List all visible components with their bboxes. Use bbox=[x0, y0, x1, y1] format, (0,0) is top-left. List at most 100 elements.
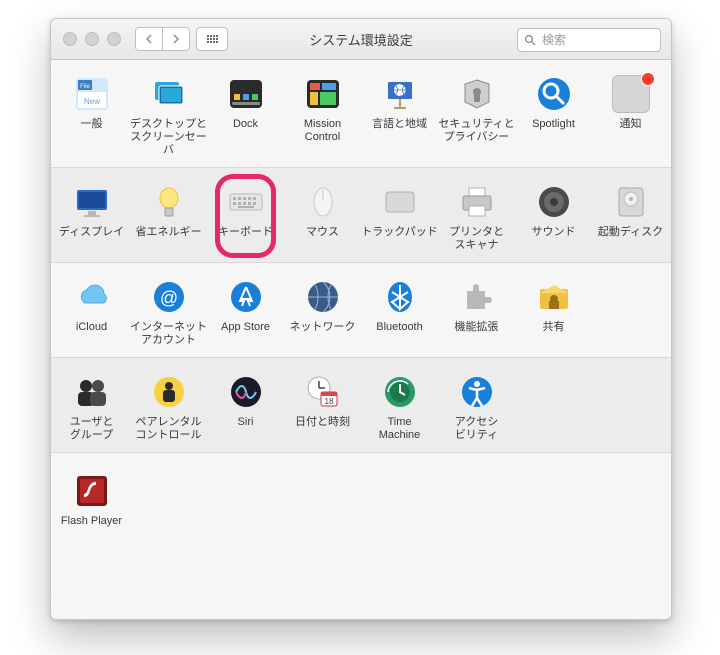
pane-sharing[interactable]: 共有 bbox=[515, 273, 592, 351]
pane-label: Spotlight bbox=[532, 118, 575, 144]
pane-label: 共有 bbox=[543, 321, 565, 347]
preference-panes: File New 一般 デスクトップと スクリーンセーバ Dock bbox=[51, 60, 671, 551]
pane-energy-saver[interactable]: 省エネルギー bbox=[130, 178, 207, 256]
pane-general[interactable]: File New 一般 bbox=[53, 70, 130, 161]
pane-label: 機能拡張 bbox=[455, 321, 499, 347]
pane-spotlight[interactable]: Spotlight bbox=[515, 70, 592, 161]
system-preferences-window: システム環境設定 File New 一般 デスクトップと スクリーンセーバ bbox=[50, 18, 672, 620]
pane-label: マウス bbox=[306, 226, 339, 252]
pane-startup-disk[interactable]: 起動ディスク bbox=[592, 178, 669, 256]
window-controls bbox=[51, 32, 121, 46]
titlebar: システム環境設定 bbox=[51, 19, 671, 60]
pane-label: Mission Control bbox=[304, 118, 341, 144]
pane-row-3: iCloud @ インターネット アカウント App Store ネットワーク bbox=[51, 263, 671, 358]
minimize-window-button[interactable] bbox=[85, 32, 99, 46]
search-input[interactable] bbox=[540, 32, 654, 48]
svg-text:@: @ bbox=[159, 288, 177, 308]
parental-controls-icon bbox=[149, 372, 189, 412]
forward-button[interactable] bbox=[163, 27, 190, 51]
pane-sound[interactable]: サウンド bbox=[515, 178, 592, 256]
pane-label: Dock bbox=[233, 118, 258, 144]
svg-text:File: File bbox=[80, 84, 90, 90]
mission-control-icon bbox=[303, 74, 343, 114]
icloud-icon bbox=[72, 277, 112, 317]
chevron-left-icon bbox=[145, 34, 153, 44]
accessibility-icon bbox=[457, 372, 497, 412]
pane-flash-player[interactable]: Flash Player bbox=[53, 467, 130, 545]
pane-label: Bluetooth bbox=[376, 321, 422, 347]
svg-text:18: 18 bbox=[324, 397, 333, 406]
svg-text:New: New bbox=[83, 97, 99, 106]
search-field[interactable] bbox=[517, 28, 661, 52]
pane-parental-controls[interactable]: ペアレンタル コントロール bbox=[130, 368, 207, 446]
pane-label: ディスプレイ bbox=[59, 226, 124, 252]
pane-accessibility[interactable]: アクセシ ビリティ bbox=[438, 368, 515, 446]
pane-label: キーボード bbox=[218, 226, 273, 252]
pane-label: 日付と時刻 bbox=[295, 416, 350, 442]
pane-label: iCloud bbox=[76, 321, 107, 347]
pane-keyboard[interactable]: キーボード bbox=[207, 178, 284, 256]
chevron-right-icon bbox=[172, 34, 180, 44]
pane-label: 言語と地域 bbox=[372, 118, 427, 144]
users-groups-icon bbox=[72, 372, 112, 412]
siri-icon bbox=[226, 372, 266, 412]
pane-row-5: Flash Player bbox=[51, 453, 671, 551]
grid-icon bbox=[207, 35, 218, 43]
dock-icon bbox=[226, 74, 266, 114]
internet-accounts-icon: @ bbox=[149, 277, 189, 317]
pane-mouse[interactable]: マウス bbox=[284, 178, 361, 256]
pane-extensions[interactable]: 機能拡張 bbox=[438, 273, 515, 351]
time-machine-icon bbox=[380, 372, 420, 412]
pane-bluetooth[interactable]: Bluetooth bbox=[361, 273, 438, 351]
pane-label: ネットワーク bbox=[290, 321, 356, 347]
pane-label: デスクトップと スクリーンセーバ bbox=[130, 118, 207, 157]
spotlight-icon bbox=[534, 74, 574, 114]
pane-app-store[interactable]: App Store bbox=[207, 273, 284, 351]
close-window-button[interactable] bbox=[63, 32, 77, 46]
zoom-window-button[interactable] bbox=[107, 32, 121, 46]
pane-printers-scanners[interactable]: プリンタと スキャナ bbox=[438, 178, 515, 256]
keyboard-icon bbox=[226, 182, 266, 222]
pane-network[interactable]: ネットワーク bbox=[284, 273, 361, 351]
pane-time-machine[interactable]: Time Machine bbox=[361, 368, 438, 446]
pane-dock[interactable]: Dock bbox=[207, 70, 284, 161]
pane-trackpad[interactable]: トラックパッド bbox=[361, 178, 438, 256]
sound-icon bbox=[534, 182, 574, 222]
nav-buttons bbox=[135, 27, 190, 51]
mouse-icon bbox=[303, 182, 343, 222]
show-all-button[interactable] bbox=[196, 27, 228, 51]
app-store-icon bbox=[226, 277, 266, 317]
pane-desktop-screensaver[interactable]: デスクトップと スクリーンセーバ bbox=[130, 70, 207, 161]
pane-label: ペアレンタル コントロール bbox=[136, 416, 202, 442]
pane-label: Time Machine bbox=[379, 416, 421, 442]
pane-notifications[interactable]: 通知 bbox=[592, 70, 669, 161]
pane-label: Siri bbox=[238, 416, 254, 442]
back-button[interactable] bbox=[135, 27, 163, 51]
pane-siri[interactable]: Siri bbox=[207, 368, 284, 446]
pane-icloud[interactable]: iCloud bbox=[53, 273, 130, 351]
trackpad-icon bbox=[380, 182, 420, 222]
language-region-icon bbox=[380, 74, 420, 114]
pane-label: 一般 bbox=[81, 118, 103, 144]
pane-date-time[interactable]: 18 日付と時刻 bbox=[284, 368, 361, 446]
date-time-icon: 18 bbox=[303, 372, 343, 412]
pane-label: App Store bbox=[221, 321, 270, 347]
pane-label: 通知 bbox=[620, 118, 642, 144]
pane-label: プリンタと スキャナ bbox=[449, 226, 504, 252]
pane-mission-control[interactable]: Mission Control bbox=[284, 70, 361, 161]
pane-language-region[interactable]: 言語と地域 bbox=[361, 70, 438, 161]
pane-displays[interactable]: ディスプレイ bbox=[53, 178, 130, 256]
pane-users-groups[interactable]: ユーザと グループ bbox=[53, 368, 130, 446]
pane-row-2: ディスプレイ 省エネルギー キーボード マウス bbox=[51, 168, 671, 263]
pane-label: サウンド bbox=[532, 226, 576, 252]
extensions-icon bbox=[457, 277, 497, 317]
pane-internet-accounts[interactable]: @ インターネット アカウント bbox=[130, 273, 207, 351]
pane-label: トラックパッド bbox=[361, 226, 437, 252]
network-icon bbox=[303, 277, 343, 317]
pane-row-1: File New 一般 デスクトップと スクリーンセーバ Dock bbox=[51, 60, 671, 168]
pane-label: 省エネルギー bbox=[136, 226, 202, 252]
pane-label: ユーザと グループ bbox=[70, 416, 114, 442]
pane-security-privacy[interactable]: セキュリティと プライバシー bbox=[438, 70, 515, 161]
pane-row-4: ユーザと グループ ペアレンタル コントロール Siri 18 日付と時刻 bbox=[51, 358, 671, 453]
general-icon: File New bbox=[72, 74, 112, 114]
